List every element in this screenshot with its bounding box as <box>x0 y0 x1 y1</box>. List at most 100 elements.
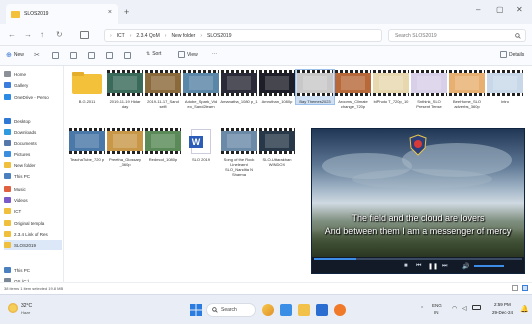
paste-icon[interactable] <box>70 52 77 61</box>
taskbar: 32°C Haze Search ⌃ ENG IN ◠ ◁ 2:59 PM 29… <box>0 294 532 324</box>
tab-close-icon[interactable]: × <box>108 9 112 16</box>
sidebar-item[interactable]: Videos <box>4 195 62 205</box>
sidebar-item[interactable]: 2.3.4 Link of Res <box>4 229 62 239</box>
up-button[interactable]: ↑ <box>40 30 44 39</box>
cut-icon[interactable]: ✂ <box>34 51 40 59</box>
sidebar-item[interactable]: This PC <box>4 265 62 275</box>
breadcrumb-item[interactable]: 2.3.4 QoM <box>136 33 159 39</box>
video-frame[interactable]: The field and the cloud are lovers And b… <box>312 129 524 257</box>
volume-tray-icon[interactable]: ◁ <box>462 305 467 312</box>
tab-slos2019[interactable]: SLOS2019 × <box>6 4 118 24</box>
sort-button[interactable]: ⇅ Sort <box>146 51 161 57</box>
media-player[interactable]: The field and the cloud are lovers And b… <box>311 128 525 274</box>
file-item[interactable]: Redmod_1080p <box>144 128 182 162</box>
sidebar-item[interactable]: Music <box>4 184 62 194</box>
file-item[interactable]: Arooms_Climate change_720p <box>334 70 372 109</box>
share-icon[interactable] <box>106 52 113 61</box>
store-icon[interactable] <box>316 304 328 316</box>
copy-icon[interactable] <box>52 52 59 61</box>
pc-icon <box>4 173 11 179</box>
next-icon[interactable]: ⏭ <box>442 263 447 270</box>
weather-icon[interactable] <box>8 303 18 313</box>
file-explorer-icon[interactable] <box>298 304 310 316</box>
previous-icon[interactable]: ⏮ <box>416 263 421 270</box>
file-item[interactable]: biPhoto T_720p_10 <box>372 70 410 104</box>
file-item[interactable]: B.G.2011 <box>68 70 106 104</box>
start-icon[interactable] <box>190 304 202 316</box>
sidebar-item[interactable]: Documents <box>4 138 62 148</box>
volume-icon[interactable]: 🔊 <box>462 263 469 270</box>
sidebar-item[interactable]: Original templa <box>4 218 62 228</box>
sidebar-item[interactable]: Pictures <box>4 149 62 159</box>
delete-icon[interactable] <box>124 52 131 61</box>
widgets-icon[interactable] <box>262 304 274 316</box>
sidebar-item[interactable]: Home <box>4 69 62 79</box>
rename-icon[interactable] <box>88 52 95 61</box>
video-thumbnail <box>221 128 257 154</box>
clock-time[interactable]: 2:59 PM <box>494 302 511 307</box>
grid-view-icon[interactable] <box>522 285 528 291</box>
language-indicator-sub: IN <box>434 310 439 315</box>
battery-icon[interactable] <box>472 305 481 310</box>
weather-temp[interactable]: 32°C <box>21 303 32 309</box>
minimize-button[interactable]: – <box>476 5 480 14</box>
folder-icon <box>69 70 105 96</box>
file-item[interactable]: Amruthan_1080p <box>258 70 296 104</box>
subtitle-line: And between them I am a messenger of mer… <box>324 226 512 236</box>
breadcrumb-item[interactable]: New folder <box>171 33 195 39</box>
language-indicator[interactable]: ENG <box>432 303 442 308</box>
list-view-icon[interactable] <box>512 285 518 291</box>
video-thumbnail <box>259 70 295 96</box>
breadcrumb-item[interactable]: SLOS2019 <box>207 33 231 39</box>
view-button[interactable]: View <box>178 51 198 58</box>
new-button[interactable]: ⊕ New <box>6 51 24 59</box>
back-button[interactable]: ← <box>8 30 16 39</box>
file-item[interactable]: Song of the Rock Linelearnt SLO_Nandita … <box>220 128 258 177</box>
file-item[interactable]: Amanatha_1080 p_1 <box>220 70 258 104</box>
file-name: Arooms_Climate change_720p <box>338 99 368 109</box>
sidebar-item[interactable]: SLOS2019 <box>4 240 62 250</box>
seek-bar[interactable] <box>314 258 522 260</box>
file-item[interactable]: Bay Themes2023 <box>295 69 335 105</box>
notification-icon[interactable]: 🔔 <box>520 305 529 313</box>
new-tab-button[interactable]: + <box>124 7 129 17</box>
file-item[interactable]: Adobe_Spark_Vid eo_Sand2learn <box>182 70 220 109</box>
sidebar-item[interactable]: ICT <box>4 206 62 216</box>
file-item[interactable]: 2019-11-17_Sand selfi <box>144 70 182 109</box>
details-button[interactable]: Details <box>500 51 524 58</box>
file-item[interactable]: Intro <box>486 70 524 104</box>
maximize-button[interactable]: ▢ <box>496 5 504 14</box>
media-player-app-icon[interactable] <box>334 304 346 316</box>
weather-desc: Haze <box>21 310 31 315</box>
file-item[interactable]: BeeHome_SLO adverbs_360p <box>448 70 486 109</box>
file-item[interactable]: TeachaTube_720 p <box>68 128 106 162</box>
breadcrumb-item[interactable]: ICT <box>117 33 125 39</box>
sidebar-item[interactable]: Downloads <box>4 127 62 137</box>
wifi-icon[interactable]: ◠ <box>452 305 457 312</box>
refresh-button[interactable]: ↻ <box>56 30 63 39</box>
breadcrumb[interactable]: › ICT › 2.3.4 QoM › New folder › SLOS201… <box>104 29 382 42</box>
sidebar-item[interactable]: OneDrive - Perso <box>4 92 62 102</box>
forward-button[interactable]: → <box>24 30 32 39</box>
word-document-icon: W <box>183 128 219 154</box>
sidebar-item[interactable]: Gallery <box>4 80 62 90</box>
taskbar-search[interactable]: Search <box>206 303 256 317</box>
file-item[interactable]: W SLO 2019 <box>182 128 220 162</box>
sidebar-item[interactable]: This PC <box>4 171 62 181</box>
edge-icon[interactable] <box>280 304 292 316</box>
sidebar-item[interactable]: Desktop <box>4 116 62 126</box>
file-item[interactable]: 2019-11-19 Hidar day <box>106 70 144 109</box>
volume-slider[interactable] <box>474 265 504 267</box>
tray-chevron-icon[interactable]: ⌃ <box>420 306 424 312</box>
search-input[interactable]: Search SLOS2019 <box>388 29 526 42</box>
sidebar-item[interactable]: New folder <box>4 160 62 170</box>
file-item[interactable]: Preetha_Glossary _360p <box>106 128 144 167</box>
file-item[interactable]: Snthink_SLO Present Tense <box>410 70 448 109</box>
stop-icon[interactable]: ■ <box>404 263 408 269</box>
close-window-button[interactable]: ✕ <box>516 5 523 14</box>
file-item[interactable]: SLO-Uttarakhan WINDOX <box>258 128 296 167</box>
file-name: Intro <box>500 99 509 104</box>
pause-icon[interactable]: ❚❚ <box>428 263 438 270</box>
command-bar: ⊕ New ✂ ⇅ Sort View ··· Details <box>0 46 532 66</box>
see-more-button[interactable]: ··· <box>212 51 217 57</box>
